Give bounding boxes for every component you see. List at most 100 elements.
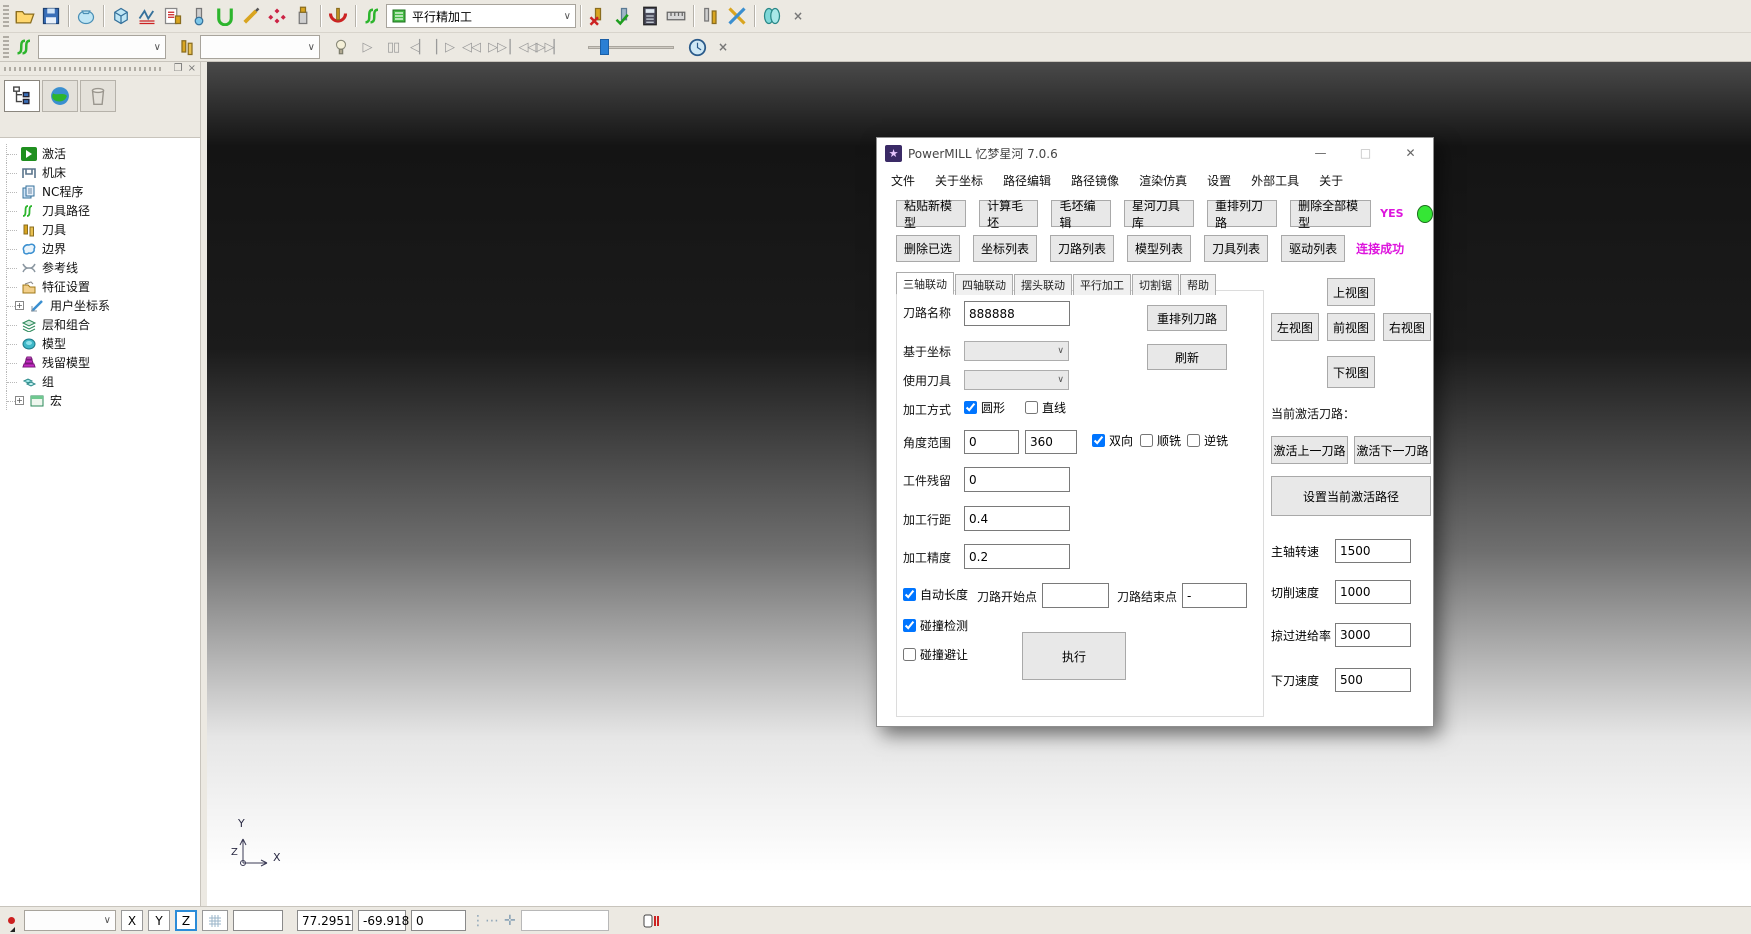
rewind-icon[interactable]: ◁◁ <box>458 34 484 60</box>
save-project-icon[interactable] <box>38 3 64 29</box>
clipping-icon[interactable] <box>724 3 750 29</box>
menu-path-mirror[interactable]: 路径镜像 <box>1061 172 1129 189</box>
ball-tool-icon[interactable] <box>186 3 212 29</box>
menu-about-coord[interactable]: 关于坐标 <box>925 172 993 189</box>
axis-x-button[interactable]: X <box>121 910 143 931</box>
tree-item-tools[interactable]: 刀具 <box>6 220 200 239</box>
fast-forward-icon[interactable]: ▷▷ <box>484 34 510 60</box>
toolbar-drag-handle[interactable] <box>3 36 9 58</box>
toolbar-close-icon[interactable]: × <box>785 3 811 29</box>
tree-item-groups[interactable]: 组 <box>6 372 200 391</box>
expand-icon[interactable]: + <box>15 301 24 310</box>
tree-item-nc-program[interactable]: NC程序 <box>6 182 200 201</box>
menu-about[interactable]: 关于 <box>1309 172 1353 189</box>
clock-icon[interactable] <box>684 34 710 60</box>
drilling-icon[interactable] <box>325 3 351 29</box>
tab-globe-view[interactable] <box>42 80 78 112</box>
activate-prev-button[interactable]: 激活上一刀路 <box>1271 436 1348 464</box>
tree-item-boundaries[interactable]: 边界 <box>6 239 200 258</box>
stepover-input[interactable] <box>964 506 1070 531</box>
delete-all-models-button[interactable]: 删除全部模型 <box>1290 200 1371 227</box>
menu-path-edit[interactable]: 路径编辑 <box>993 172 1061 189</box>
panel-close-icon[interactable]: × <box>188 63 196 74</box>
tree-item-activate[interactable]: 激活 <box>6 144 200 163</box>
tree-item-levels[interactable]: 层和组合 <box>6 315 200 334</box>
feed-rate-icon[interactable] <box>134 3 160 29</box>
drive-list-button[interactable]: 驱动列表 <box>1281 235 1345 262</box>
tool-pair-icon[interactable] <box>698 3 724 29</box>
panel-float-icon[interactable]: ❐ <box>174 63 183 74</box>
view-right-button[interactable]: 右视图 <box>1383 313 1431 341</box>
conventional-checkbox[interactable]: 逆铣 <box>1187 432 1228 449</box>
pause-icon[interactable]: ▯▯ <box>380 34 406 60</box>
dialog-titlebar[interactable]: ★ PowerMILL 忆梦星河 7.0.6 — □ ✕ <box>877 138 1433 168</box>
step-back-icon[interactable]: ◁▏ <box>406 34 432 60</box>
tab-recycle-bin[interactable] <box>80 80 116 112</box>
toolbar-close-icon[interactable]: × <box>710 34 736 60</box>
toolpath-combobox[interactable]: ∨ <box>38 35 166 59</box>
tab-head-tilt[interactable]: 摆头联动 <box>1014 274 1072 295</box>
stock-model-icon[interactable] <box>759 3 785 29</box>
tree-item-toolpaths[interactable]: 刀具路径 <box>6 201 200 220</box>
tab-4axis[interactable]: 四轴联动 <box>955 274 1013 295</box>
tree-item-patterns[interactable]: 参考线 <box>6 258 200 277</box>
bidir-checkbox[interactable]: 双向 <box>1092 432 1133 449</box>
execute-button[interactable]: 执行 <box>1022 632 1126 680</box>
strategy-combobox[interactable]: 平行精加工 ∨ <box>386 4 576 28</box>
activate-next-button[interactable]: 激活下一刀路 <box>1354 436 1431 464</box>
calculator-icon[interactable] <box>637 3 663 29</box>
panel-grip[interactable]: ❐ × <box>0 62 200 76</box>
circle-checkbox[interactable]: 圆形 <box>964 399 1005 416</box>
cylinder-tool-icon[interactable] <box>290 3 316 29</box>
statusbar-combobox[interactable]: ∨ <box>24 910 116 931</box>
points-icon[interactable] <box>264 3 290 29</box>
open-project-icon[interactable] <box>12 3 38 29</box>
statusbar-empty-field[interactable] <box>233 910 283 931</box>
cutting-speed-input[interactable] <box>1335 580 1411 604</box>
tree-item-feature-sets[interactable]: 特征设置 <box>6 277 200 296</box>
set-active-path-button[interactable]: 设置当前激活路径 <box>1271 476 1431 516</box>
cube-icon[interactable] <box>108 3 134 29</box>
model-list-button[interactable]: 模型列表 <box>1127 235 1191 262</box>
tab-parallel[interactable]: 平行加工 <box>1073 274 1131 295</box>
slider-thumb[interactable] <box>600 39 609 55</box>
tree-item-models[interactable]: 模型 <box>6 334 200 353</box>
strategy-icon[interactable] <box>160 3 186 29</box>
tab-saw[interactable]: 切割锯 <box>1132 274 1179 295</box>
rearrange-toolpaths-button[interactable]: 重排列刀路 <box>1207 200 1277 227</box>
menu-render-sim[interactable]: 渲染仿真 <box>1129 172 1197 189</box>
record-indicator-icon[interactable] <box>8 917 15 924</box>
start-point-input[interactable] <box>1042 583 1109 608</box>
view-front-button[interactable]: 前视图 <box>1327 313 1375 341</box>
paste-new-model-button[interactable]: 粘贴新模型 <box>896 200 966 227</box>
tool-combobox[interactable]: ∨ <box>200 35 320 59</box>
view-left-button[interactable]: 左视图 <box>1271 313 1319 341</box>
tab-3axis[interactable]: 三轴联动 <box>896 272 954 295</box>
menu-file[interactable]: 文件 <box>881 172 925 189</box>
tree-item-workplanes[interactable]: +用户坐标系 <box>6 296 200 315</box>
plunge-speed-input[interactable] <box>1335 668 1411 692</box>
toolpath-verify-icon[interactable] <box>611 3 637 29</box>
simulation-speed-slider[interactable] <box>588 38 674 56</box>
tree-item-stock-models[interactable]: 残留模型 <box>6 353 200 372</box>
measure-icon[interactable] <box>663 3 689 29</box>
maximize-icon[interactable]: □ <box>1343 138 1388 168</box>
collision-check-checkbox[interactable]: 碰撞检测 <box>903 617 968 634</box>
expand-icon[interactable]: + <box>15 396 24 405</box>
axis-z-button[interactable]: Z <box>175 910 197 931</box>
end-point-input[interactable] <box>1182 583 1247 608</box>
minimize-icon[interactable]: — <box>1298 138 1343 168</box>
base-coord-combobox[interactable]: ∨ <box>964 341 1069 361</box>
tab-explorer-tree[interactable] <box>4 80 40 112</box>
angle-from-input[interactable] <box>964 430 1019 454</box>
toolpath-icon[interactable] <box>360 3 386 29</box>
go-start-icon[interactable]: ▏◁◁ <box>510 34 536 60</box>
tree-item-macros[interactable]: +宏 <box>6 391 200 410</box>
go-end-icon[interactable]: ▷▷▏ <box>536 34 562 60</box>
axis-y-button[interactable]: Y <box>148 910 170 931</box>
tree-item-machine[interactable]: 机床 <box>6 163 200 182</box>
toolbar-drag-handle[interactable] <box>3 5 9 27</box>
line-checkbox[interactable]: 直线 <box>1025 399 1066 416</box>
calc-block-button[interactable]: 计算毛坯 <box>979 200 1038 227</box>
auto-length-checkbox[interactable]: 自动长度 <box>903 586 968 603</box>
